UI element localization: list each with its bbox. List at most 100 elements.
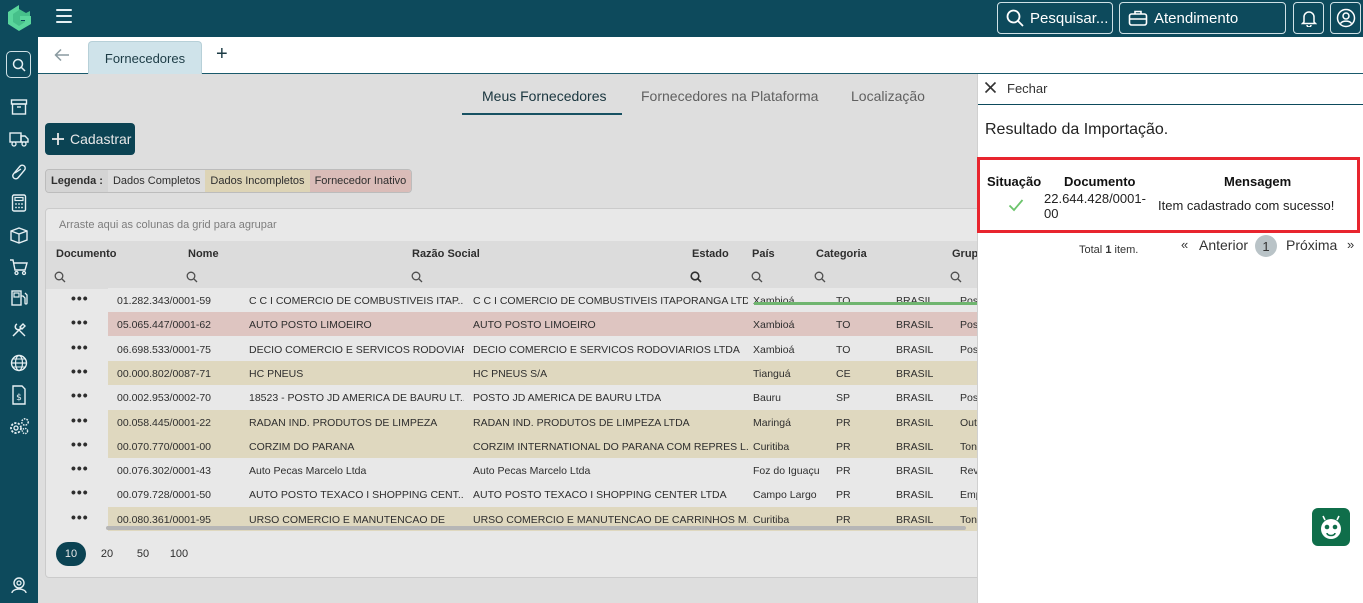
- support-agent-icon[interactable]: [8, 574, 30, 596]
- filter-search-icon[interactable]: [751, 271, 763, 283]
- cell-pais: BRASIL: [896, 343, 934, 356]
- panel-header: Fechar: [978, 74, 1363, 105]
- table-row[interactable]: ••• 00.002.953/0002-70 18523 - POSTO JD AM…: [46, 385, 977, 410]
- globe-icon[interactable]: [8, 352, 30, 374]
- cell-pais: BRASIL: [896, 465, 934, 478]
- page-size-selector: 10 20 50 100: [56, 542, 194, 566]
- legend-inactive: Fornecedor Inativo: [309, 170, 412, 192]
- cell-razao: AUTO POSTO TEXACO I SHOPPING CENTER LTDA: [473, 489, 727, 502]
- filter-search-icon[interactable]: [411, 271, 423, 283]
- column-header-grupo[interactable]: Grupo: [952, 248, 977, 260]
- cell-razao: URSO COMERCIO E MANUTENCAO DE CARRINHOS …: [473, 513, 748, 526]
- column-header-pais[interactable]: País: [752, 248, 775, 260]
- global-search-button[interactable]: Pesquisar...: [997, 2, 1113, 34]
- filter-search-icon[interactable]: [690, 271, 702, 283]
- filter-search-icon[interactable]: [814, 271, 826, 283]
- horizontal-scrollbar[interactable]: [106, 526, 966, 530]
- cell-nome: AUTO POSTO LIMOEIRO: [249, 319, 372, 332]
- menu-toggle-icon[interactable]: [56, 9, 72, 23]
- cell-nome: CORZIM DO PARANA: [249, 440, 355, 453]
- subtab-location[interactable]: Localização: [851, 88, 925, 104]
- column-header-nome[interactable]: Nome: [188, 248, 219, 260]
- archive-icon[interactable]: [8, 96, 30, 118]
- box-icon[interactable]: [8, 224, 30, 246]
- cart-icon[interactable]: [8, 256, 30, 278]
- page-size-option[interactable]: 100: [164, 542, 194, 566]
- pill-icon[interactable]: [8, 161, 30, 183]
- filter-search-icon[interactable]: [950, 271, 962, 283]
- previous-page-button[interactable]: Anterior: [1199, 237, 1248, 253]
- close-icon[interactable]: [984, 80, 997, 98]
- user-menu-button[interactable]: [1330, 2, 1361, 34]
- table-row[interactable]: ••• 00.000.802/0087-71 HC PNEUS HC PNEUS S/…: [46, 360, 977, 385]
- sidebar-search-icon[interactable]: [6, 51, 31, 78]
- cell-doc: 00.080.361/0001-95: [117, 513, 212, 526]
- truck-icon[interactable]: [8, 128, 30, 150]
- tab-bar: Fornecedores +: [38, 37, 1363, 74]
- row-actions-icon[interactable]: •••: [71, 509, 89, 525]
- cell-pais: BRASIL: [896, 392, 934, 405]
- cell-uf: PR: [836, 489, 851, 502]
- tab-fornecedores[interactable]: Fornecedores: [88, 41, 202, 74]
- fuel-pump-icon[interactable]: [8, 287, 30, 309]
- column-header-categoria[interactable]: Categoria: [816, 248, 867, 260]
- tools-icon[interactable]: [8, 319, 30, 341]
- calculator-icon[interactable]: [8, 192, 30, 214]
- page-size-option[interactable]: 20: [92, 542, 122, 566]
- row-actions-icon[interactable]: •••: [71, 484, 89, 500]
- group-drop-zone[interactable]: Arraste aqui as colunas da grid para agr…: [59, 219, 277, 231]
- table-row[interactable]: ••• 06.698.533/0001-75 DECIO COMERCIO E SE…: [46, 336, 977, 361]
- row-actions-icon[interactable]: •••: [71, 412, 89, 428]
- total-suffix: item.: [1114, 244, 1139, 256]
- row-actions-icon[interactable]: •••: [71, 290, 89, 306]
- row-actions-icon[interactable]: •••: [71, 460, 89, 476]
- result-message: Item cadastrado com sucesso!: [1158, 198, 1335, 213]
- row-actions-icon[interactable]: •••: [71, 387, 89, 403]
- page-size-option[interactable]: 50: [128, 542, 158, 566]
- invoice-icon[interactable]: $: [8, 384, 30, 406]
- cell-uf: TO: [836, 343, 851, 356]
- next-page-button[interactable]: Próxima: [1286, 237, 1337, 253]
- close-button[interactable]: Fechar: [1007, 81, 1047, 96]
- column-header-documento[interactable]: Documento: [56, 248, 117, 260]
- table-row[interactable]: ••• 00.079.728/0001-50 AUTO POSTO TEXACO I…: [46, 482, 977, 507]
- table-row[interactable]: ••• 05.065.447/0001-62 AUTO POSTO LIMOEIRO…: [46, 312, 977, 337]
- notifications-button[interactable]: [1293, 2, 1324, 34]
- row-actions-icon[interactable]: •••: [71, 363, 89, 379]
- chatbot-icon[interactable]: [1312, 508, 1350, 546]
- top-bar: Pesquisar... Atendimento: [0, 0, 1363, 37]
- current-page[interactable]: 1: [1255, 235, 1277, 257]
- row-actions-icon[interactable]: •••: [71, 314, 89, 330]
- table-row[interactable]: ••• 01.282.343/0001-59 C C I COMERCIO DE C…: [46, 288, 977, 312]
- back-arrow-icon[interactable]: [54, 47, 70, 67]
- filter-search-icon[interactable]: [54, 271, 66, 283]
- filter-search-icon[interactable]: [186, 271, 198, 283]
- add-tab-button[interactable]: +: [216, 43, 228, 66]
- row-actions-icon[interactable]: •••: [71, 436, 89, 452]
- cell-cidade: Bauru: [753, 392, 782, 405]
- table-row[interactable]: ••• 00.070.770/0001-00 CORZIM DO PARANA COR…: [46, 433, 977, 458]
- chevrons-left-icon[interactable]: «: [1181, 237, 1188, 252]
- row-actions-icon[interactable]: •••: [71, 339, 89, 355]
- result-document: 22.644.428/0001-00: [1044, 191, 1146, 221]
- suppliers-grid: Arraste aqui as colunas da grid para agr…: [45, 208, 977, 578]
- add-supplier-label: Cadastrar: [70, 131, 132, 147]
- chevrons-right-icon[interactable]: »: [1347, 237, 1354, 252]
- subtab-my-suppliers[interactable]: Meus Fornecedores: [482, 88, 607, 104]
- column-header-razao-social[interactable]: Razão Social: [412, 248, 480, 260]
- subtab-platform-suppliers[interactable]: Fornecedores na Plataforma: [641, 88, 818, 104]
- cell-doc: 00.070.770/0001-00: [117, 440, 212, 453]
- global-search-label: Pesquisar...: [1030, 9, 1109, 27]
- cell-doc: 00.000.802/0087-71: [117, 367, 212, 380]
- cell-nome: AUTO POSTO TEXACO I SHOPPING CENT...: [249, 489, 464, 502]
- table-row[interactable]: ••• 00.076.302/0001-43 Auto Pecas Marcelo …: [46, 458, 977, 483]
- column-header-estado[interactable]: Estado: [692, 248, 729, 260]
- app-logo-icon[interactable]: [4, 3, 34, 33]
- cell-uf: PR: [836, 513, 851, 526]
- table-row[interactable]: ••• 00.058.445/0001-22 RADAN IND. PRODUTOS…: [46, 409, 977, 434]
- settings-gears-icon[interactable]: [8, 416, 30, 438]
- add-supplier-button[interactable]: Cadastrar: [45, 123, 135, 155]
- page-size-option[interactable]: 10: [56, 542, 86, 566]
- service-button[interactable]: Atendimento: [1119, 2, 1286, 34]
- import-result-table: Situação Documento Mensagem 22.644.428/0…: [977, 157, 1360, 233]
